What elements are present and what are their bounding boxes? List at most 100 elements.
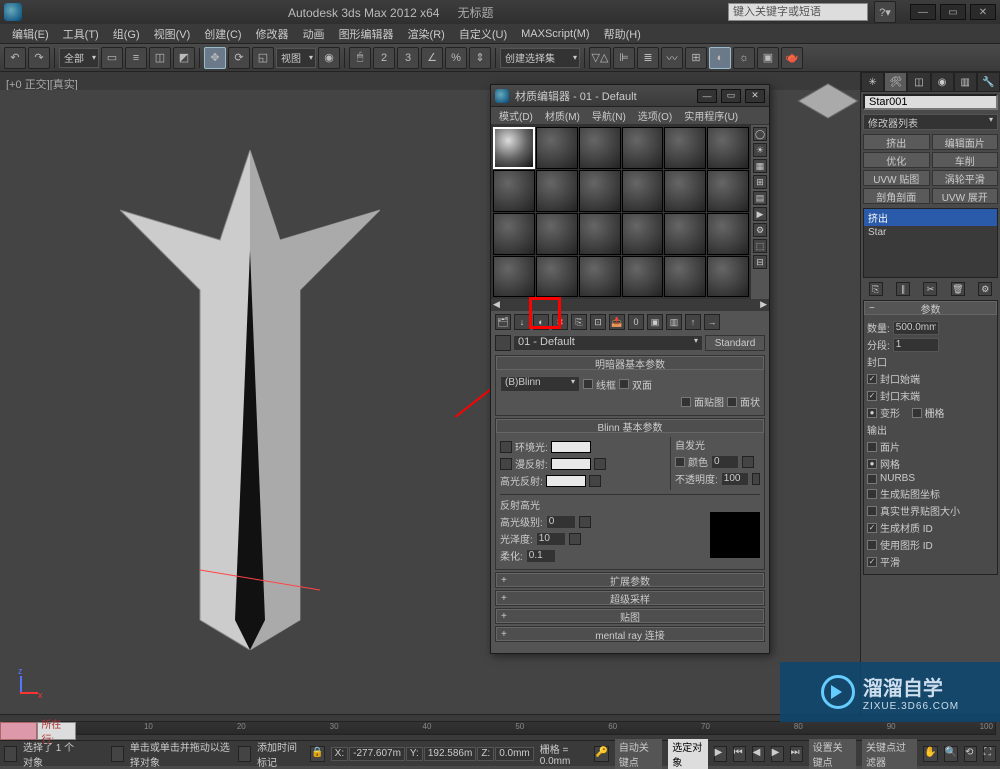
ambient-swatch[interactable]	[551, 441, 591, 453]
sample-uv-icon[interactable]: ⊞	[753, 175, 767, 189]
supersampling-header[interactable]: 超级采样	[496, 591, 764, 605]
mirror-icon[interactable]: ▽△	[589, 47, 611, 69]
add-time-tag[interactable]: 添加时间标记	[257, 739, 304, 769]
make-preview-icon[interactable]: ▶	[753, 207, 767, 221]
btn-edit-patch[interactable]: 编辑面片	[932, 134, 999, 150]
setkey-button[interactable]: 设置关键点	[809, 739, 856, 769]
angle-snap-icon[interactable]: ∠	[421, 47, 443, 69]
pivot-icon[interactable]: ◉	[318, 47, 340, 69]
help-search-input[interactable]: 键入关键字或短语	[728, 3, 868, 21]
sample-slot[interactable]	[579, 127, 621, 169]
next-frame-icon[interactable]: ▶	[771, 746, 784, 762]
orbit-icon[interactable]: ⟲	[964, 746, 977, 762]
sample-slot[interactable]	[536, 170, 578, 212]
ambient-lock-icon[interactable]	[500, 441, 512, 453]
menu-group[interactable]: 组(G)	[107, 24, 146, 44]
snap-3d-icon[interactable]: 3	[397, 47, 419, 69]
pick-material-icon[interactable]	[495, 335, 511, 351]
diffuse-lock-icon[interactable]	[500, 458, 512, 470]
menu-create[interactable]: 创建(C)	[198, 24, 247, 44]
diffuse-swatch[interactable]	[551, 458, 591, 470]
pan-icon[interactable]: ✋	[923, 746, 937, 762]
sample-slot[interactable]	[536, 256, 578, 298]
pin-stack-icon[interactable]: ⎘	[869, 282, 883, 296]
schematic-icon[interactable]: ⊞	[685, 47, 707, 69]
layer-icon[interactable]: ≣	[637, 47, 659, 69]
go-sibling-icon[interactable]: →	[704, 314, 720, 330]
material-editor-icon[interactable]: ◐	[709, 47, 731, 69]
scroll-right-icon[interactable]: ▶	[760, 299, 767, 311]
mat-menu-material[interactable]: 材质(M)	[541, 107, 584, 124]
gloss-spinner[interactable]	[536, 532, 566, 546]
sample-slot[interactable]	[579, 170, 621, 212]
sample-slot[interactable]	[622, 127, 664, 169]
mentalray-header[interactable]: mental ray 连接	[496, 627, 764, 641]
btn-extrude[interactable]: 挤出	[863, 134, 930, 150]
scale-icon[interactable]: ◱	[252, 47, 274, 69]
sample-slot[interactable]	[707, 256, 749, 298]
close-button[interactable]: ✕	[970, 4, 996, 20]
spinner-snap-icon[interactable]: ⇕	[469, 47, 491, 69]
goto-end-icon[interactable]: ⏭	[790, 746, 803, 762]
mat-menu-util[interactable]: 实用程序(U)	[680, 107, 742, 124]
menu-customize[interactable]: 自定义(U)	[453, 24, 513, 44]
sample-slot[interactable]	[622, 256, 664, 298]
timeline-track[interactable]: 0102030405060708090100	[53, 721, 996, 735]
stack-star[interactable]: Star	[864, 226, 997, 239]
sample-slot[interactable]	[664, 256, 706, 298]
spec-level-map-icon[interactable]	[579, 516, 591, 528]
btn-optimize[interactable]: 优化	[863, 152, 930, 168]
render-setup-icon[interactable]: ☼	[733, 47, 755, 69]
options-icon[interactable]: ⚙	[753, 223, 767, 237]
sample-slot[interactable]	[707, 213, 749, 255]
put-to-scene-icon[interactable]: ↓	[514, 314, 530, 330]
spec-level-spinner[interactable]	[546, 515, 576, 529]
keyfilter-button[interactable]: 关键点过滤器	[862, 739, 917, 769]
btn-lathe[interactable]: 车削	[932, 152, 999, 168]
material-type-button[interactable]: Standard	[705, 335, 765, 351]
selfillum-spinner[interactable]	[711, 455, 739, 469]
btn-turbosmooth[interactable]: 涡轮平滑	[932, 170, 999, 186]
tab-motion-icon[interactable]: ◉	[931, 72, 954, 92]
soften-spinner[interactable]	[526, 549, 556, 563]
named-selection-dropdown[interactable]: 创建选择集	[500, 48, 580, 68]
isolate-icon[interactable]	[111, 746, 124, 762]
menu-animation[interactable]: 动画	[297, 24, 331, 44]
out-mesh-radio[interactable]: ●	[867, 459, 877, 469]
stack-extrude[interactable]: 挤出	[864, 209, 997, 226]
sample-slot[interactable]	[664, 127, 706, 169]
smooth-check[interactable]: ✓	[867, 557, 877, 567]
cap-start-check[interactable]: ✓	[867, 374, 877, 384]
select-by-mat-icon[interactable]: ⬚	[753, 239, 767, 253]
sample-slot-1[interactable]	[493, 127, 535, 169]
menu-edit[interactable]: 编辑(E)	[6, 24, 55, 44]
snap-2d-icon[interactable]: 2	[373, 47, 395, 69]
mat-minimize-button[interactable]: —	[697, 89, 717, 103]
align-icon[interactable]: ⊫	[613, 47, 635, 69]
make-unique-icon[interactable]: ✂	[923, 282, 937, 296]
tab-modify-icon[interactable]: 🛠	[884, 72, 907, 92]
background-icon[interactable]: ▦	[753, 159, 767, 173]
sample-slot[interactable]	[536, 127, 578, 169]
time-tag-icon[interactable]	[238, 746, 251, 762]
wire-check[interactable]	[583, 379, 593, 389]
redo-icon[interactable]: ↷	[28, 47, 50, 69]
help-dropdown-icon[interactable]: ?▾	[874, 1, 896, 23]
zoom-icon[interactable]: 🔍	[944, 746, 958, 762]
rollout-params-header[interactable]: 参数	[864, 301, 997, 315]
btn-uvw-map[interactable]: UVW 贴图	[863, 170, 930, 186]
assign-to-sel-icon[interactable]: ◐	[533, 314, 549, 330]
show-result-icon[interactable]: ∥	[896, 282, 910, 296]
show-end-icon[interactable]: ▥	[666, 314, 682, 330]
key-mode-icon[interactable]: 🔑	[594, 746, 608, 762]
script-recorder[interactable]	[0, 722, 37, 740]
lock-selection-icon[interactable]	[4, 746, 17, 762]
blinn-params-header[interactable]: Blinn 基本参数	[496, 419, 764, 433]
sample-slot[interactable]	[664, 213, 706, 255]
select-region-icon[interactable]: ◫	[149, 47, 171, 69]
goto-start-icon[interactable]: ⏮	[733, 746, 746, 762]
real-uv-check[interactable]	[867, 506, 877, 516]
put-to-lib-icon[interactable]: 📥	[609, 314, 625, 330]
undo-icon[interactable]: ↶	[4, 47, 26, 69]
mat-id-icon[interactable]: 0	[628, 314, 644, 330]
